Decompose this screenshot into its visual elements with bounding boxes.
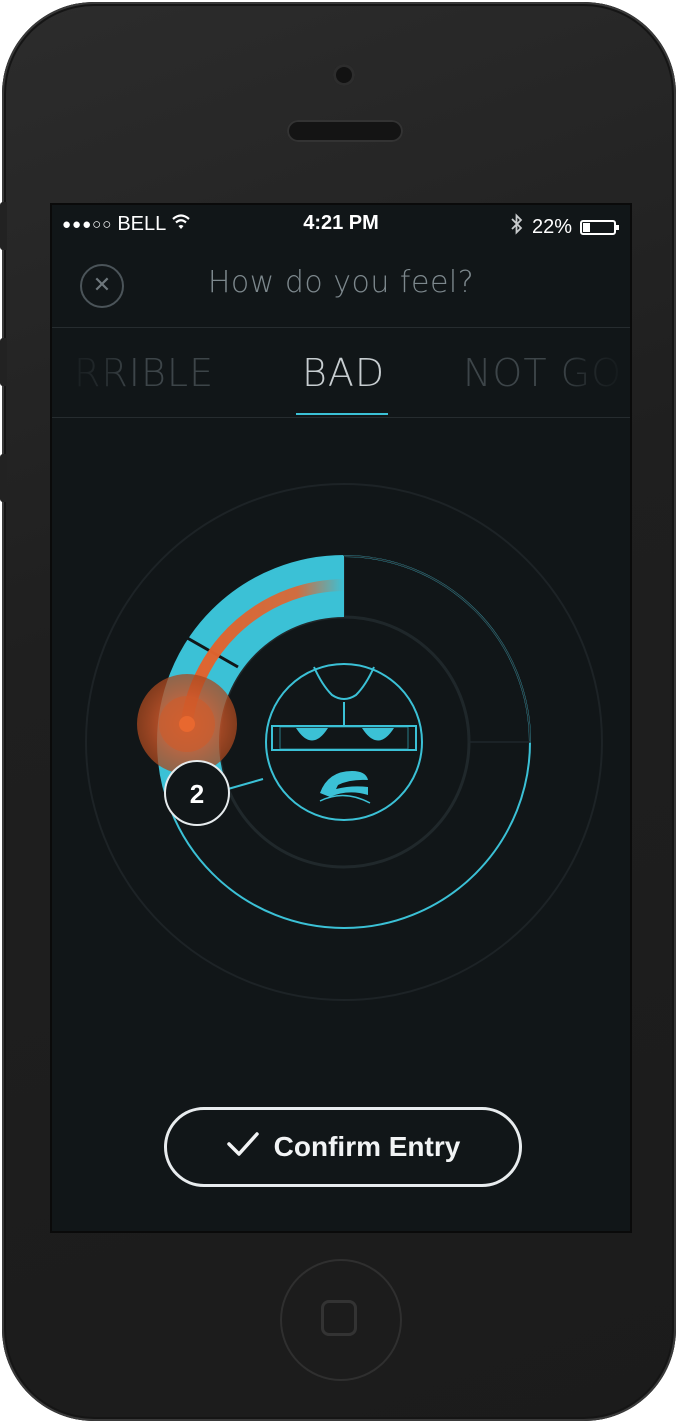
app-screen: ●●●○○ BELL 4:21 PM 22% ✕ How do you feel… <box>50 203 632 1233</box>
front-camera <box>333 64 355 86</box>
confirm-entry-button[interactable]: Confirm Entry <box>164 1107 522 1187</box>
mute-switch <box>0 202 7 250</box>
home-square-icon <box>321 1300 357 1336</box>
checkmark-icon <box>226 1131 260 1164</box>
mood-dial[interactable]: 2 <box>52 205 632 1233</box>
confirm-entry-label: Confirm Entry <box>273 1131 461 1162</box>
dial-track <box>343 555 531 743</box>
sad-face-icon <box>265 663 423 821</box>
home-button[interactable] <box>280 1259 402 1381</box>
inner-ring <box>217 615 471 869</box>
value-badge-text: 2 <box>190 779 204 809</box>
value-pointer <box>227 778 264 790</box>
dial-handle-dot <box>179 716 195 732</box>
earpiece-speaker <box>287 120 403 142</box>
volume-down-button <box>0 454 7 502</box>
volume-up-button <box>0 338 7 386</box>
